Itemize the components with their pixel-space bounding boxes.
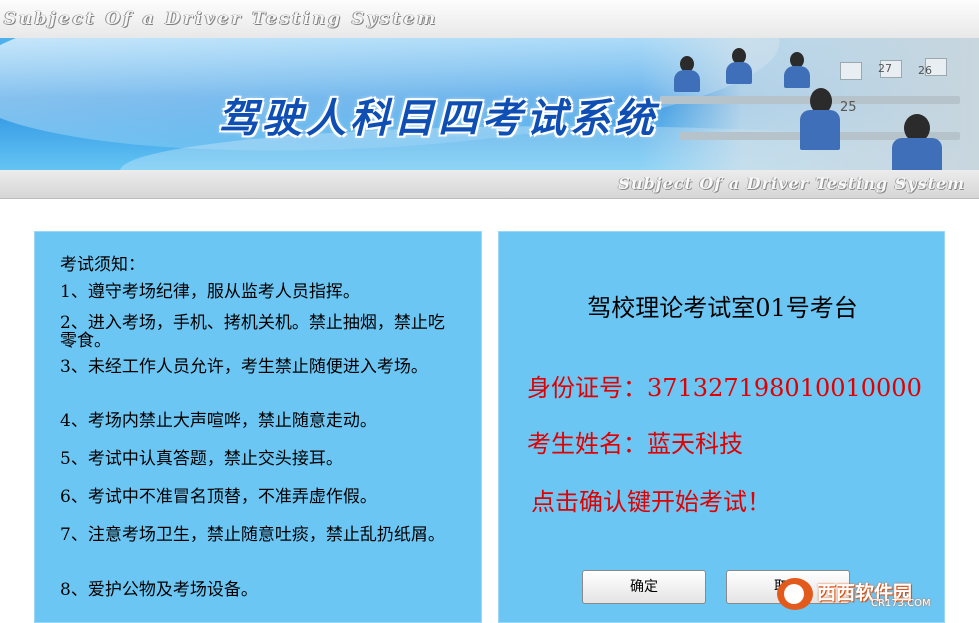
exam-station-label: 驾校理论考试室01号考台: [587, 294, 858, 322]
seat-number-label: 25: [840, 100, 857, 115]
rule-item: 5、考试中认真答题，禁止交头接耳。: [60, 449, 343, 469]
id-number-line: 身份证号：371327198010010000: [527, 374, 922, 402]
rule-item: 2、进入考场，手机、拷机关机。禁止抽烟，禁止吃零食。: [60, 313, 445, 351]
exam-rules-panel: 考试须知： 1、遵守考场纪律，服从监考人员指挥。 2、进入考场，手机、拷机关机。…: [34, 231, 482, 623]
rule-item: 1、遵守考场纪律，服从监考人员指挥。: [60, 282, 360, 302]
exam-room-photo: 27 26 25: [640, 38, 979, 170]
rule-item: 8、爱护公物及考场设备。: [60, 580, 258, 600]
start-prompt: 点击确认键开始考试！: [531, 488, 771, 516]
top-header-bar: Subject Of a Driver Testing System: [0, 0, 979, 39]
header-subtitle-top: Subject Of a Driver Testing System: [4, 9, 439, 29]
candidate-name-line: 考生姓名：蓝天科技: [527, 430, 743, 458]
watermark-site: CR173.COM: [871, 598, 931, 609]
seat-number-label: 27: [878, 62, 892, 75]
header-subtitle-bottom: Subject Of a Driver Testing System: [618, 174, 965, 193]
rule-item: 7、注意考场卫生，禁止随意吐痰，禁止乱扔纸屑。: [60, 525, 445, 545]
seat-number-label: 26: [918, 64, 932, 77]
rule-item: 4、考场内禁止大声喧哗，禁止随意走动。: [60, 411, 377, 431]
candidate-info-panel: 驾校理论考试室01号考台 身份证号：371327198010010000 考生姓…: [498, 231, 945, 623]
system-title: 驾驶人科目四考试系统: [218, 95, 658, 142]
bottom-header-bar: Subject Of a Driver Testing System: [0, 170, 979, 199]
rules-heading: 考试须知：: [60, 255, 145, 275]
watermark-logo-icon: [777, 578, 813, 610]
rule-item: 6、考试中不准冒名顶替，不准弄虚作假。: [60, 487, 377, 507]
confirm-button[interactable]: 确定: [582, 570, 706, 604]
title-banner: 27 26 25 驾驶人科目四考试系统: [0, 38, 979, 170]
site-watermark: 西西软件园 CR173.COM: [777, 572, 967, 616]
rule-item: 3、未经工作人员允许，考生禁止随便进入考场。: [60, 357, 428, 377]
